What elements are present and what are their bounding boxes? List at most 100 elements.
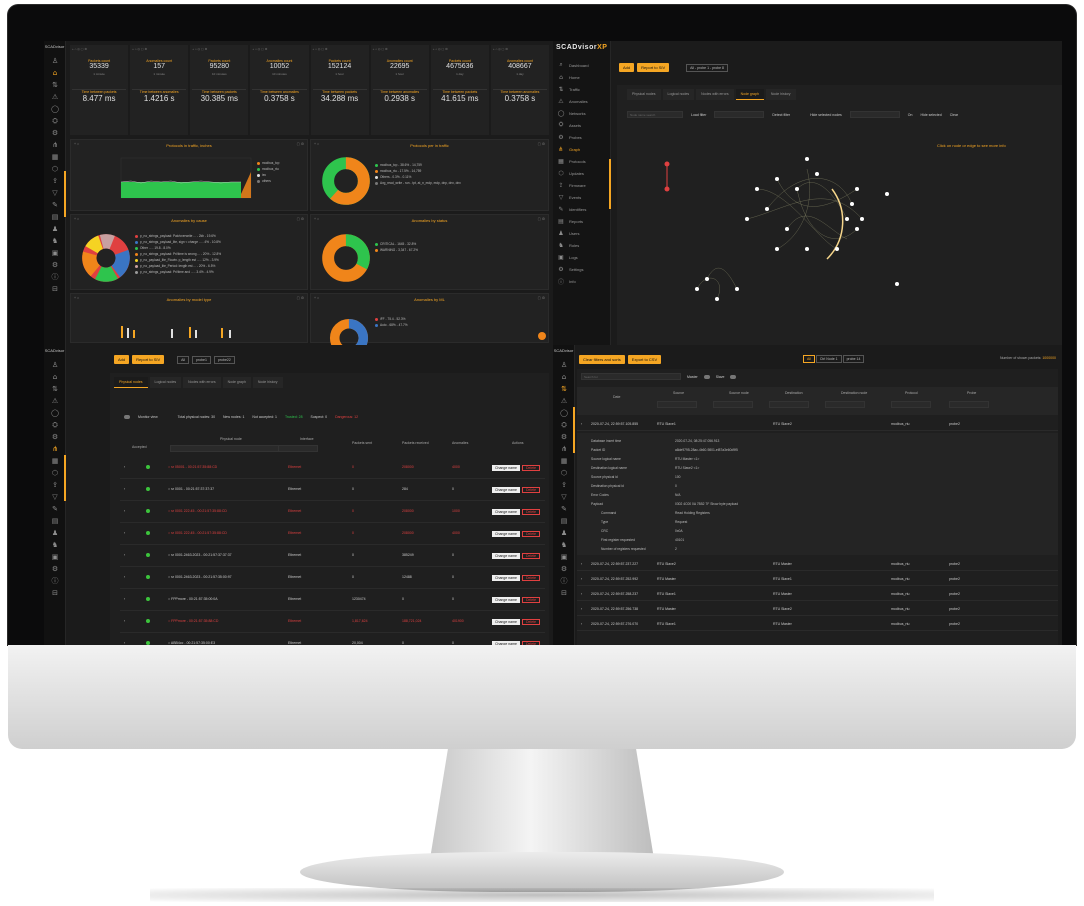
panel-toolbar[interactable]: + ⌂ ▢ ⚙ — [74, 217, 304, 221]
filter-icon[interactable]: ▽ — [553, 491, 575, 503]
probe-chip[interactable]: All — [803, 355, 815, 363]
col-destination-node[interactable]: Destination node — [841, 391, 867, 395]
logs-icon[interactable]: ▣ — [553, 551, 575, 563]
asset-icon[interactable]: ⛭ — [553, 419, 575, 431]
delete-button[interactable]: Delete — [522, 619, 541, 625]
table-row[interactable]: › ○ sr 0001 - 00:21:57:37:37:37 Ethernet 0 2… — [120, 479, 545, 501]
slave-toggle[interactable] — [730, 374, 737, 379]
delete-button[interactable]: Delete — [522, 487, 541, 493]
col-date[interactable]: Date — [613, 395, 620, 399]
expand-icon[interactable]: › — [581, 422, 582, 426]
settings-icon[interactable]: ⚙ — [44, 563, 66, 575]
expand-icon[interactable]: › — [124, 509, 125, 513]
protocol-icon[interactable]: ▦ — [553, 455, 575, 467]
card-toolbar[interactable]: + ⌂ ◎ ▢ ⚙ — [313, 47, 367, 51]
col-protocol[interactable]: Protocol — [905, 391, 918, 395]
upload-icon[interactable]: ⇪ — [553, 479, 575, 491]
nav-item-graph[interactable]: ⋔ Graph — [553, 143, 611, 155]
nav-item-protocols[interactable]: ▦ Protocols — [553, 155, 611, 167]
logs-icon[interactable]: ▣ — [44, 551, 66, 563]
network-icon[interactable]: ◯ — [44, 103, 66, 115]
delete-button[interactable]: Delete — [522, 553, 541, 559]
asset-icon[interactable]: ⛭ — [44, 419, 66, 431]
col-interface[interactable]: Interface — [300, 437, 314, 441]
tab-logical-nodes[interactable]: Logical nodes — [149, 377, 182, 388]
source-node-filter[interactable] — [713, 401, 753, 408]
tab-nodes-with-errors[interactable]: Nodes with errors — [183, 377, 221, 388]
protocol-icon[interactable]: ▦ — [44, 151, 66, 163]
user-icon[interactable]: ♙ — [44, 359, 66, 371]
col-probe[interactable]: Probe — [967, 391, 976, 395]
panel-toolbar[interactable]: + ⌂ ▢ ⚙ — [314, 142, 545, 146]
info-icon[interactable]: ⓘ — [553, 575, 575, 587]
destination-node-filter[interactable] — [825, 401, 865, 408]
expand-icon[interactable]: › — [124, 619, 125, 623]
home-icon[interactable]: ⌂ — [553, 371, 575, 383]
tab-physical-nodes[interactable]: Physical nodes — [627, 89, 661, 100]
probe-chip[interactable]: probe1 — [192, 355, 211, 364]
card-toolbar[interactable]: + ⌂ ◎ ▢ ⚙ — [192, 47, 246, 51]
probe-chip[interactable]: Ctrl Node 1 — [815, 355, 842, 363]
expand-icon[interactable]: › — [124, 531, 125, 535]
probe-chip[interactable]: All — [177, 355, 190, 364]
upload-icon[interactable]: ⇪ — [44, 175, 66, 187]
nav-item-settings[interactable]: ⚙ Settings — [553, 263, 611, 275]
graph-icon[interactable]: ⋔ — [553, 443, 575, 455]
table-row[interactable]: › ○ sr 05001 - 00:21:57:35:88:CD Ethernet 0… — [120, 457, 545, 479]
nav-item-networks[interactable]: ◯ Networks — [553, 107, 611, 119]
change-name-button[interactable]: Change name — [492, 575, 520, 581]
table-row[interactable]: › 2020-07-24, 22:59:57.276.070 RTU Slave1 R… — [577, 617, 1058, 631]
col-source-node[interactable]: Source node — [729, 391, 749, 395]
nav-item-firmware[interactable]: ⇪ Firmware — [553, 179, 611, 191]
tab-physical-nodes[interactable]: Physical nodes — [114, 377, 148, 388]
card-toolbar[interactable]: + ⌂ ◎ ▢ ⚙ — [493, 47, 547, 51]
anomaly-icon[interactable]: ⚠ — [553, 395, 575, 407]
card-toolbar[interactable]: + ⌂ ◎ ▢ ⚙ — [373, 47, 427, 51]
users-icon[interactable]: ♟ — [44, 527, 66, 539]
tab-nodes-with-errors[interactable]: Nodes with errors — [696, 89, 734, 100]
delete-button[interactable]: Delete — [522, 509, 541, 515]
card-toolbar[interactable]: + ⌂ ◎ ▢ ⚙ — [433, 47, 487, 51]
roles-icon[interactable]: ♞ — [44, 235, 66, 247]
update-icon[interactable]: ⬡ — [44, 163, 66, 175]
load-filter-select[interactable] — [714, 111, 765, 118]
nav-item-anomalies[interactable]: ⚠ Anomalies — [553, 95, 611, 107]
probe-icon[interactable]: ⚙ — [553, 431, 575, 443]
network-icon[interactable]: ◯ — [553, 407, 575, 419]
export-icon[interactable]: ⊟ — [44, 587, 66, 599]
change-name-button[interactable]: Change name — [492, 487, 520, 493]
home-icon[interactable]: ⌂ — [44, 371, 66, 383]
col-sent[interactable]: Packets sent — [352, 441, 372, 445]
probe-icon[interactable]: ⚙ — [44, 127, 66, 139]
expand-icon[interactable]: › — [124, 487, 125, 491]
card-toolbar[interactable]: + ⌂ ◎ ▢ ⚙ — [132, 47, 186, 51]
traffic-icon[interactable]: ⇅ — [44, 79, 66, 91]
nav-item-reports[interactable]: ▤ Reports — [553, 215, 611, 227]
interface-filter[interactable] — [278, 445, 318, 452]
nav-item-identifiers[interactable]: ✎ Identifiers — [553, 203, 611, 215]
expand-icon[interactable]: › — [581, 592, 582, 596]
change-name-button[interactable]: Change name — [492, 597, 520, 603]
update-icon[interactable]: ⬡ — [44, 467, 66, 479]
on-button[interactable]: On — [908, 113, 913, 117]
delete-button[interactable]: Delete — [522, 597, 541, 603]
expand-icon[interactable]: › — [581, 622, 582, 626]
expand-icon[interactable]: › — [124, 597, 125, 601]
probe-filter[interactable] — [949, 401, 989, 408]
col-source[interactable]: Source — [673, 391, 684, 395]
graph-icon[interactable]: ⋔ — [44, 139, 66, 151]
settings-icon[interactable]: ⚙ — [553, 563, 575, 575]
anomaly-icon[interactable]: ⚠ — [44, 91, 66, 103]
protocol-filter[interactable] — [891, 401, 931, 408]
traffic-icon[interactable]: ⇅ — [553, 383, 575, 395]
upload-icon[interactable]: ⇪ — [44, 479, 66, 491]
node-search-input[interactable]: Node name search — [627, 111, 683, 118]
nav-item-probes[interactable]: ⚙ Probes — [553, 131, 611, 143]
expanded-row[interactable]: › 2020-07-24, 22:59:57.105.855 RTU Slave1 R… — [577, 417, 1058, 431]
panel-toolbar[interactable]: + ⌂ ▢ ⚙ — [74, 142, 304, 146]
col-destination[interactable]: Destination — [785, 391, 803, 395]
card-toolbar[interactable]: + ⌂ ◎ ▢ ⚙ — [252, 47, 306, 51]
export-icon[interactable]: ⊟ — [44, 283, 66, 295]
nav-item-traffic[interactable]: ⇅ Traffic — [553, 83, 611, 95]
card-toolbar[interactable]: + ⌂ ◎ ▢ ⚙ — [72, 47, 126, 51]
